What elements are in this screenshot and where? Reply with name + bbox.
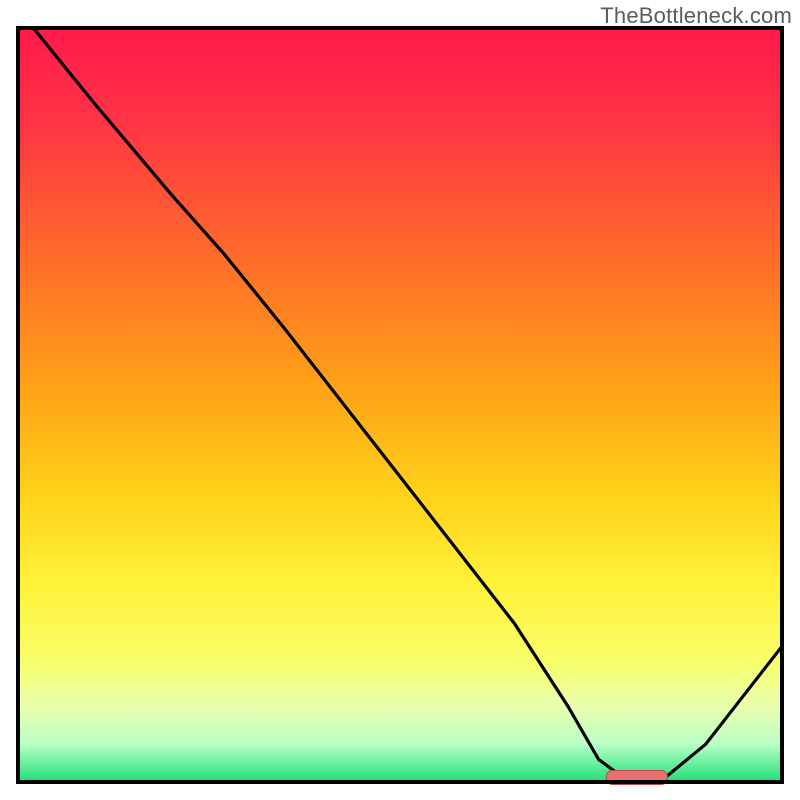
chart-root: TheBottleneck.com (0, 0, 800, 800)
gradient-background (18, 28, 782, 782)
bottleneck-chart (0, 0, 800, 800)
plot-area (18, 28, 782, 784)
